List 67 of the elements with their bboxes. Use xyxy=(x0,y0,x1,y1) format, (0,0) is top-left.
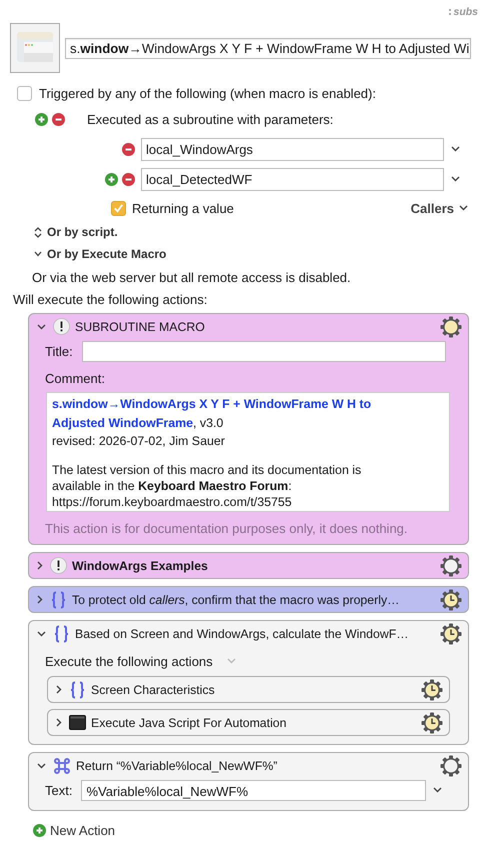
gear-clock-icon[interactable] xyxy=(440,622,462,644)
field-label: Title: xyxy=(45,344,73,358)
exclamation-icon xyxy=(50,557,67,574)
gear-clock-icon[interactable] xyxy=(421,712,443,734)
action-title[interactable]: Return “%Variable%local_NewWF%” xyxy=(76,758,440,772)
comment-text: The latest version of this macro and its documentation is available in the Keyboard Maestro Forum: xyxy=(52,462,362,494)
action-title[interactable]: Screen Characteristics xyxy=(91,682,421,696)
comment-text: revised: 2026-07-02, Jim Sauer xyxy=(52,433,226,449)
add-icon[interactable] xyxy=(105,172,118,186)
macro-name-field[interactable]: s.window→WindowArgs X Y F + WindowFrame W H to Adjusted Wi xyxy=(65,38,471,58)
chevron-down-icon[interactable] xyxy=(451,176,460,182)
chevron-right-icon[interactable] xyxy=(56,718,62,727)
checkbox[interactable] xyxy=(111,200,126,216)
remove-icon[interactable] xyxy=(122,142,135,156)
parameter-field[interactable]: local_DetectedWF xyxy=(141,168,444,190)
gear-icon[interactable] xyxy=(440,316,462,338)
new-action-link[interactable]: New Action xyxy=(50,823,116,838)
chevron-down-icon[interactable] xyxy=(459,205,468,211)
parameter-field[interactable]: local_WindowArgs xyxy=(141,138,444,160)
braces-icon xyxy=(69,680,86,698)
gear-icon[interactable] xyxy=(440,554,462,576)
gear-clock-icon[interactable] xyxy=(440,588,462,610)
chevron-down-icon[interactable] xyxy=(37,762,46,768)
execute-label: Execute the following actions xyxy=(45,654,213,668)
chevron-down-icon[interactable] xyxy=(37,630,46,636)
braces-icon xyxy=(50,590,67,608)
gear-icon[interactable] xyxy=(440,754,462,776)
chevron-right-icon[interactable] xyxy=(37,561,43,570)
text-field[interactable]: %Variable%local_NewWF% xyxy=(81,780,426,800)
remove-icon[interactable] xyxy=(52,112,65,126)
chevron-right-icon[interactable] xyxy=(56,685,62,694)
chevron-down-icon[interactable] xyxy=(451,146,460,152)
terminal-icon xyxy=(69,715,86,730)
updown-icon[interactable] xyxy=(34,226,42,238)
remove-icon[interactable] xyxy=(122,172,135,186)
subroutine-label: Executed as a subroutine with parameters: xyxy=(87,112,334,126)
chevron-down-icon[interactable] xyxy=(433,787,442,793)
grip-icon[interactable] xyxy=(448,8,452,16)
command-icon xyxy=(53,756,71,774)
field-label: Text: xyxy=(45,782,72,798)
exclamation-icon xyxy=(53,318,70,335)
action-title[interactable]: To protect old callers, confirm that the macro was properly… xyxy=(72,592,440,606)
chevron-right-icon[interactable] xyxy=(37,595,43,604)
option-label[interactable]: Or by Execute Macro xyxy=(47,247,166,261)
chevron-down-icon[interactable] xyxy=(34,251,42,257)
action-title[interactable]: WindowArgs Examples xyxy=(72,558,440,572)
action-title[interactable]: Execute Java Script For Automation xyxy=(91,716,421,730)
action-title[interactable]: Based on Screen and WindowArgs, calculate the WindowF… xyxy=(75,626,440,640)
actions-heading: Will execute the following actions: xyxy=(13,292,208,308)
returning-label: Returning a value xyxy=(132,200,234,216)
title-field[interactable] xyxy=(82,340,446,362)
gear-clock-icon[interactable] xyxy=(421,678,443,700)
trigger-label: Triggered by any of the following (when macro is enabled): xyxy=(39,86,376,100)
add-icon[interactable] xyxy=(35,112,48,126)
add-icon[interactable] xyxy=(33,824,46,837)
callers-button[interactable]: Callers xyxy=(410,200,468,216)
comment-field[interactable] xyxy=(46,392,450,512)
action-note: This action is for documentation purposes only, it does nothing. xyxy=(45,521,409,536)
action-title[interactable]: SUBROUTINE MACRO xyxy=(75,320,440,334)
web-server-note: Or via the web server but all remote access is disabled. xyxy=(32,270,352,286)
field-label: Comment: xyxy=(45,371,106,386)
subs-label: subs xyxy=(453,6,478,18)
option-label[interactable]: Or by script. xyxy=(47,225,118,239)
comment-text: https://forum.keyboardmaestro.com/t/35755 xyxy=(52,494,293,510)
checkbox[interactable] xyxy=(17,86,32,100)
chevron-down-icon[interactable] xyxy=(37,324,46,330)
braces-icon xyxy=(53,624,70,642)
